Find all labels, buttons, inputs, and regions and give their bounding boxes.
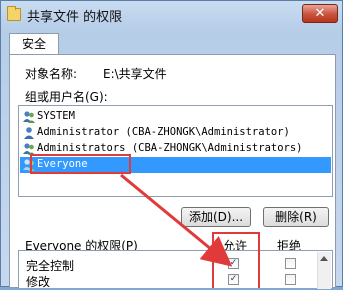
scrollbar[interactable] (317, 252, 331, 289)
permissions-dialog: 共享文件 的权限 ✕ 安全 对象名称: E:\共享文件 组或用户名(G): SY… (0, 0, 343, 289)
users-list[interactable]: SYSTEM Administrator (CBA-ZHONGK\Adminis… (18, 105, 333, 197)
users-list-label: 组或用户名(G): (25, 90, 108, 104)
permission-name: 完全控制 (26, 259, 75, 273)
user-name: Administrators (CBA-ZHONGK\Administrator… (37, 142, 303, 154)
window-title: 共享文件 的权限 (27, 10, 123, 25)
add-button[interactable]: 添加(D)... (181, 207, 251, 227)
deny-checkbox[interactable] (285, 258, 296, 269)
user-group-icon (23, 111, 35, 123)
list-item[interactable]: Administrator (CBA-ZHONGK\Administrator) (20, 125, 331, 141)
permission-name: 修改 (26, 275, 51, 289)
remove-button[interactable]: 删除(R) (263, 207, 329, 227)
scroll-up-arrow-icon[interactable] (320, 256, 328, 261)
close-button[interactable]: ✕ (302, 4, 338, 23)
everyone-annotation-box (30, 154, 131, 174)
title-bar: 共享文件 的权限 ✕ (1, 1, 343, 29)
user-icon (24, 127, 34, 139)
deny-checkbox[interactable] (285, 274, 296, 285)
object-name-label: 对象名称: (25, 67, 78, 81)
tab-security[interactable]: 安全 (9, 33, 59, 55)
list-item[interactable]: SYSTEM (20, 109, 331, 125)
allow-column-annotation-box (212, 232, 260, 288)
object-name-value: E:\共享文件 (103, 67, 167, 81)
folder-icon (7, 6, 21, 21)
user-name: SYSTEM (37, 110, 75, 122)
user-name: Administrator (CBA-ZHONGK\Administrator) (37, 126, 290, 138)
permissions-table: 完全控制 ✓ 修改 ✓ (18, 250, 333, 289)
